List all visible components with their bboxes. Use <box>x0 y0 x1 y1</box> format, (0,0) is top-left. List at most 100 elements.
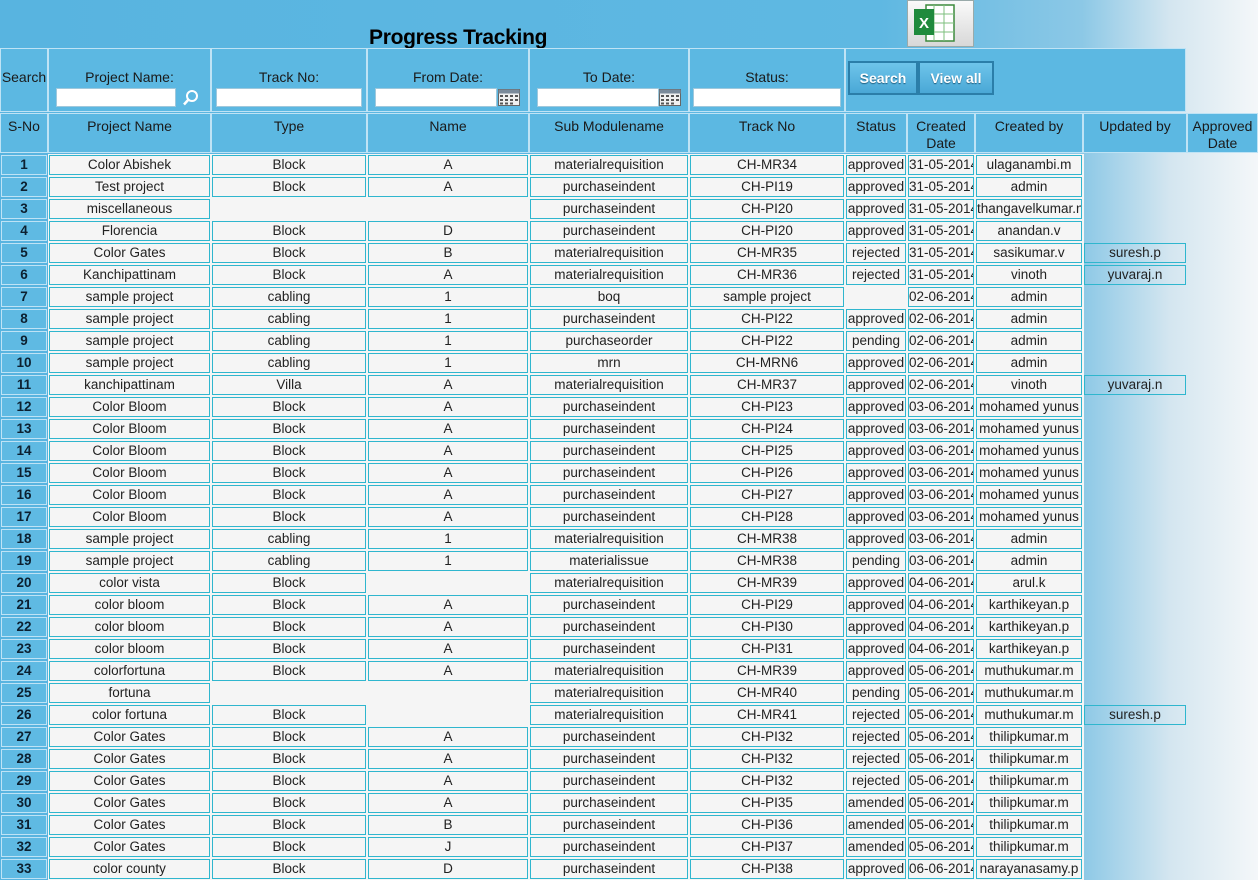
track-no-input[interactable] <box>216 88 362 107</box>
cell-type: Block <box>212 771 366 791</box>
cell-project-name: Color Gates <box>49 771 210 791</box>
cell-type: Block <box>212 749 366 769</box>
cell-updated-by <box>1084 661 1186 681</box>
to-date-input[interactable] <box>537 88 659 107</box>
cell-track-no: CH-MR37 <box>690 375 844 395</box>
cell-status <box>846 287 906 307</box>
cell-status: approved <box>846 639 906 659</box>
cell-type: Block <box>212 463 366 483</box>
cell-created-by: thilipkumar.m <box>976 727 1082 747</box>
cell-status: rejected <box>846 771 906 791</box>
cell-sno: 27 <box>1 727 47 747</box>
cell-project-name: color county <box>49 859 210 879</box>
cell-type: cabling <box>212 309 366 329</box>
cell-name: A <box>368 617 528 637</box>
cell-name <box>368 573 528 593</box>
cell-created-date: 03-06-2014 <box>908 463 974 483</box>
cell-project-name: color bloom <box>49 639 210 659</box>
cell-status: rejected <box>846 243 906 263</box>
cell-name: B <box>368 243 528 263</box>
status-filter: Status: <box>689 48 845 112</box>
cell-created-by: admin <box>976 331 1082 351</box>
cell-updated-by <box>1084 551 1186 571</box>
cell-updated-by <box>1084 309 1186 329</box>
cell-track-no: CH-PI23 <box>690 397 844 417</box>
page-title: Progress Tracking <box>369 26 548 49</box>
cell-type: Block <box>212 661 366 681</box>
cell-track-no: sample project <box>690 287 844 307</box>
from-date-label: From Date: <box>412 69 483 85</box>
cell-track-no: CH-PI22 <box>690 309 844 329</box>
project-name-input[interactable] <box>56 88 176 107</box>
cell-type: Block <box>212 221 366 241</box>
cell-sub-modulename: materialrequisition <box>530 683 688 703</box>
column-header-track-no: Track No <box>689 113 845 153</box>
cell-created-date: 03-06-2014 <box>908 397 974 417</box>
cell-created-by: admin <box>976 529 1082 549</box>
cell-type: cabling <box>212 353 366 373</box>
cell-track-no: CH-MR40 <box>690 683 844 703</box>
cell-project-name: color bloom <box>49 617 210 637</box>
cell-track-no: CH-MR39 <box>690 573 844 593</box>
cell-type: cabling <box>212 287 366 307</box>
cell-name: 1 <box>368 551 528 571</box>
cell-created-date: 05-06-2014 <box>908 727 974 747</box>
cell-created-date: 04-06-2014 <box>908 617 974 637</box>
cell-project-name: Color Bloom <box>49 463 210 483</box>
search-label: Search <box>1 69 47 85</box>
calendar-icon[interactable] <box>659 89 681 106</box>
cell-project-name: sample project <box>49 287 210 307</box>
cell-status: approved <box>846 375 906 395</box>
cell-track-no: CH-PI28 <box>690 507 844 527</box>
column-header-status: Status <box>845 113 907 153</box>
cell-status: approved <box>846 441 906 461</box>
cell-created-date: 04-06-2014 <box>908 573 974 593</box>
cell-track-no: CH-PI25 <box>690 441 844 461</box>
cell-created-date: 05-06-2014 <box>908 749 974 769</box>
cell-name: 1 <box>368 309 528 329</box>
cell-project-name: sample project <box>49 331 210 351</box>
cell-name: A <box>368 155 528 175</box>
cell-project-name: Color Abishek <box>49 155 210 175</box>
from-date-input[interactable] <box>375 88 497 107</box>
cell-project-name: Color Bloom <box>49 397 210 417</box>
cell-sno: 33 <box>1 859 47 879</box>
cell-created-by: karthikeyan.p <box>976 617 1082 637</box>
cell-type: Block <box>212 485 366 505</box>
status-input[interactable] <box>693 88 841 107</box>
cell-created-date: 05-06-2014 <box>908 793 974 813</box>
cell-sno: 32 <box>1 837 47 857</box>
column-header-created-by: Created by <box>975 113 1083 153</box>
cell-updated-by <box>1084 639 1186 659</box>
cell-name: A <box>368 463 528 483</box>
cell-created-by: mohamed yunus <box>976 397 1082 417</box>
cell-created-by: thilipkumar.m <box>976 771 1082 791</box>
cell-created-by: mohamed yunus <box>976 507 1082 527</box>
calendar-icon[interactable] <box>498 89 520 106</box>
cell-status: approved <box>846 485 906 505</box>
project-name-label: Project Name: <box>85 69 174 85</box>
cell-name: A <box>368 375 528 395</box>
column-header-sub-modulename: Sub Modulename <box>529 113 689 153</box>
cell-created-by: ulaganambi.m <box>976 155 1082 175</box>
cell-project-name: color vista <box>49 573 210 593</box>
cell-sno: 13 <box>1 419 47 439</box>
cell-sno: 1 <box>1 155 47 175</box>
cell-track-no: CH-PI32 <box>690 749 844 769</box>
search-icon[interactable] <box>182 89 200 107</box>
cell-created-by: mohamed yunus <box>976 463 1082 483</box>
cell-project-name: Florencia <box>49 221 210 241</box>
cell-name <box>368 683 528 703</box>
cell-track-no: CH-MRN6 <box>690 353 844 373</box>
cell-name: A <box>368 771 528 791</box>
excel-export-button[interactable]: X <box>907 0 974 47</box>
cell-created-date: 03-06-2014 <box>908 419 974 439</box>
cell-type: Block <box>212 837 366 857</box>
cell-created-date: 05-06-2014 <box>908 771 974 791</box>
search-button[interactable]: Search <box>848 61 918 95</box>
cell-created-by: muthukumar.m <box>976 661 1082 681</box>
cell-sno: 2 <box>1 177 47 197</box>
cell-sub-modulename: purchaseindent <box>530 397 688 417</box>
cell-type: Block <box>212 595 366 615</box>
view-all-button[interactable]: View all <box>918 61 994 95</box>
